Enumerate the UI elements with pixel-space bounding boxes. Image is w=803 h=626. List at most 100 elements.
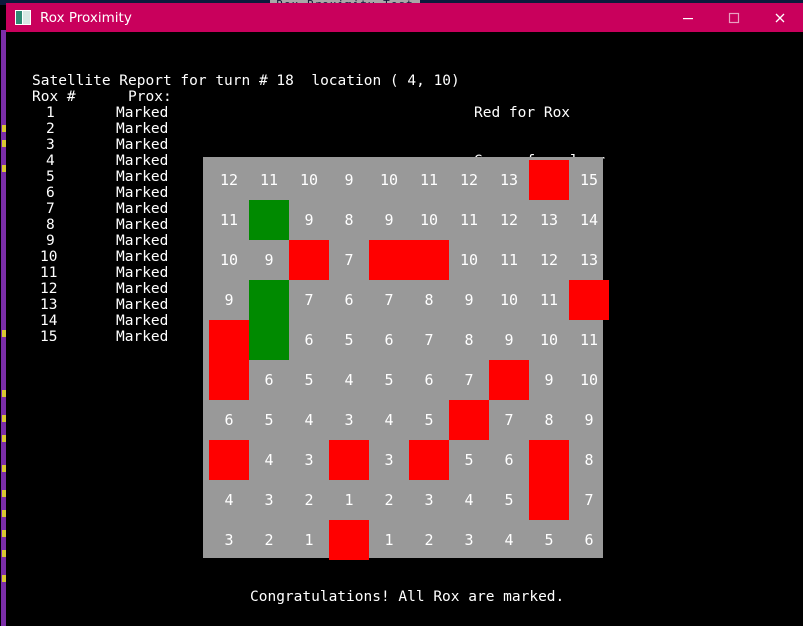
grid-cell[interactable]: 8 <box>409 280 449 320</box>
grid-cell[interactable]: 2 <box>369 480 409 520</box>
grid-cell[interactable]: 1 <box>289 520 329 560</box>
grid-cell[interactable]: 4 <box>489 520 529 560</box>
close-button[interactable] <box>757 3 803 32</box>
grid-cell[interactable]: 6 <box>329 280 369 320</box>
grid-cell[interactable]: 13 <box>489 160 529 200</box>
maximize-button[interactable] <box>711 3 757 32</box>
grid-cell[interactable]: 13 <box>569 240 609 280</box>
clear-marker[interactable] <box>249 200 289 240</box>
grid-cell[interactable]: 6 <box>369 320 409 360</box>
grid-cell[interactable]: 11 <box>249 160 289 200</box>
rox-marker[interactable] <box>209 440 249 480</box>
grid-cell[interactable]: 11 <box>529 280 569 320</box>
grid-cell[interactable]: 9 <box>529 360 569 400</box>
grid-cell[interactable]: 12 <box>209 160 249 200</box>
grid-cell[interactable]: 6 <box>489 440 529 480</box>
grid-cell[interactable]: 2 <box>289 480 329 520</box>
grid-cell[interactable]: 5 <box>249 400 289 440</box>
grid-cell[interactable]: 10 <box>449 240 489 280</box>
grid-cell[interactable]: 7 <box>409 320 449 360</box>
grid-cell[interactable]: 9 <box>369 200 409 240</box>
grid-cell[interactable]: 13 <box>529 200 569 240</box>
grid-cell[interactable]: 7 <box>289 280 329 320</box>
rox-marker[interactable] <box>369 240 449 280</box>
grid-cell[interactable]: 9 <box>449 280 489 320</box>
grid-cell[interactable]: 5 <box>289 360 329 400</box>
grid-cell[interactable]: 10 <box>569 360 609 400</box>
grid-cell[interactable]: 10 <box>409 200 449 240</box>
grid-cell[interactable]: 4 <box>449 480 489 520</box>
grid-cell[interactable]: 4 <box>209 480 249 520</box>
grid-cell[interactable]: 11 <box>409 160 449 200</box>
grid-cell[interactable]: 7 <box>449 360 489 400</box>
grid-cell[interactable]: 1 <box>329 480 369 520</box>
grid-cell[interactable]: 8 <box>529 400 569 440</box>
grid-cell[interactable]: 5 <box>529 520 569 560</box>
grid-cell[interactable]: 5 <box>409 400 449 440</box>
grid-cell[interactable]: 6 <box>569 520 609 560</box>
grid-cell[interactable]: 11 <box>209 200 249 240</box>
grid-cell[interactable]: 4 <box>369 400 409 440</box>
grid-cell[interactable]: 2 <box>409 520 449 560</box>
rox-marker[interactable] <box>569 280 609 320</box>
rox-marker[interactable] <box>529 160 569 200</box>
grid-cell[interactable]: 6 <box>249 360 289 400</box>
grid-cell[interactable]: 5 <box>369 360 409 400</box>
grid-cell[interactable]: 11 <box>569 320 609 360</box>
grid-cell[interactable]: 11 <box>449 200 489 240</box>
proximity-grid[interactable]: 12 11 10 9 10 11 12 13 15 11 9 8 9 10 11 12 13 14 10 9 7 10 11… <box>203 157 609 560</box>
grid-cell[interactable]: 1 <box>369 520 409 560</box>
grid-cell[interactable]: 12 <box>449 160 489 200</box>
grid-cell[interactable]: 9 <box>289 200 329 240</box>
grid-cell[interactable]: 11 <box>489 240 529 280</box>
grid-cell[interactable]: 9 <box>209 280 249 320</box>
grid-cell[interactable]: 3 <box>369 440 409 480</box>
grid-cell[interactable]: 5 <box>489 480 529 520</box>
grid-cell[interactable]: 4 <box>289 400 329 440</box>
grid-cell[interactable]: 6 <box>289 320 329 360</box>
grid-cell[interactable]: 7 <box>489 400 529 440</box>
grid-cell[interactable]: 10 <box>289 160 329 200</box>
grid-cell[interactable]: 10 <box>369 160 409 200</box>
grid-cell[interactable]: 9 <box>489 320 529 360</box>
clear-marker[interactable] <box>249 280 289 360</box>
grid-cell[interactable]: 12 <box>489 200 529 240</box>
rox-marker[interactable] <box>289 240 329 280</box>
grid-cell[interactable]: 10 <box>209 240 249 280</box>
rox-marker[interactable] <box>529 440 569 520</box>
rox-marker[interactable] <box>489 360 529 400</box>
rox-marker[interactable] <box>329 440 369 480</box>
grid-cell[interactable]: 9 <box>569 400 609 440</box>
grid-cell[interactable]: 10 <box>489 280 529 320</box>
grid-cell[interactable]: 2 <box>249 520 289 560</box>
title-bar[interactable]: Rox Proximity <box>6 3 803 32</box>
grid-cell[interactable]: 3 <box>329 400 369 440</box>
grid-cell[interactable]: 7 <box>569 480 609 520</box>
rox-marker[interactable] <box>329 520 369 560</box>
rox-marker[interactable] <box>449 400 489 440</box>
grid-cell[interactable]: 6 <box>209 400 249 440</box>
grid-cell[interactable]: 4 <box>329 360 369 400</box>
grid-cell[interactable]: 8 <box>449 320 489 360</box>
rox-marker[interactable] <box>409 440 449 480</box>
grid-cell[interactable]: 6 <box>409 360 449 400</box>
grid-cell[interactable]: 12 <box>529 240 569 280</box>
grid-cell[interactable]: 9 <box>249 240 289 280</box>
grid-cell[interactable]: 10 <box>529 320 569 360</box>
grid-cell[interactable]: 14 <box>569 200 609 240</box>
grid-cell[interactable]: 3 <box>409 480 449 520</box>
grid-cell[interactable]: 7 <box>369 280 409 320</box>
grid-cell[interactable]: 3 <box>449 520 489 560</box>
grid-cell[interactable]: 8 <box>329 200 369 240</box>
grid-cell[interactable]: 3 <box>289 440 329 480</box>
grid-cell[interactable]: 8 <box>569 440 609 480</box>
grid-cell[interactable]: 15 <box>569 160 609 200</box>
grid-cell[interactable]: 3 <box>249 480 289 520</box>
grid-cell[interactable]: 7 <box>329 240 369 280</box>
grid-cell[interactable]: 5 <box>449 440 489 480</box>
grid-cell[interactable]: 5 <box>329 320 369 360</box>
grid-cell[interactable]: 9 <box>329 160 369 200</box>
rox-marker[interactable] <box>209 320 249 400</box>
grid-cell[interactable]: 4 <box>249 440 289 480</box>
minimize-button[interactable] <box>665 3 711 32</box>
